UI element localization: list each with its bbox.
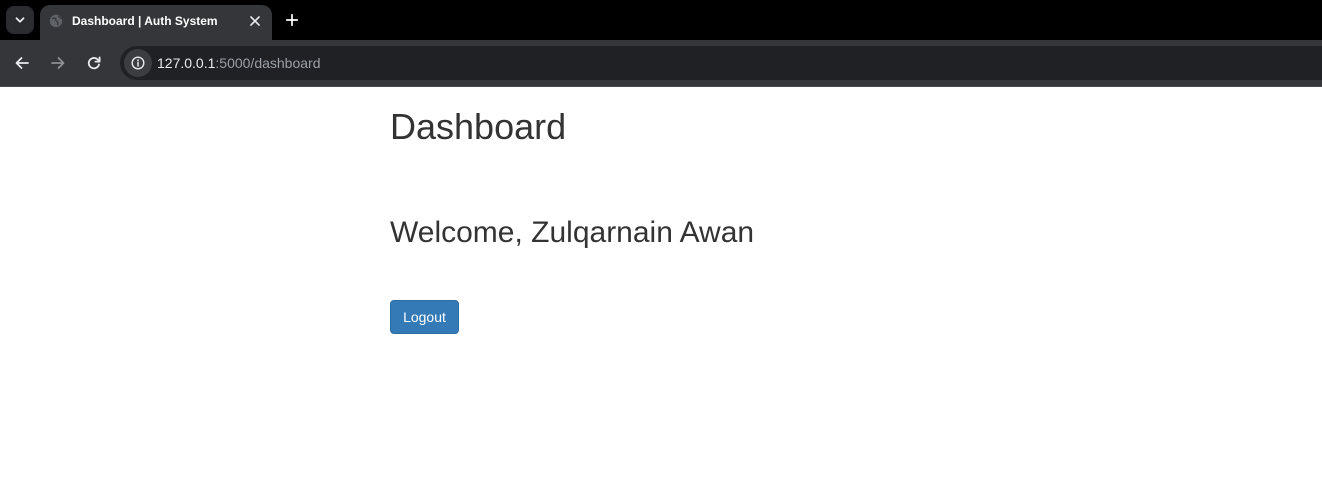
tab-title: Dashboard | Auth System	[72, 14, 218, 28]
back-button[interactable]	[10, 51, 34, 75]
forward-button[interactable]	[46, 51, 70, 75]
browser-tabstrip: Dashboard | Auth System	[0, 0, 1322, 40]
logout-button[interactable]: Logout	[390, 300, 459, 334]
browser-tab-active[interactable]: Dashboard | Auth System	[40, 5, 272, 40]
globe-icon	[49, 14, 63, 28]
page-title: Dashboard	[390, 106, 567, 147]
browser-toolbar: 127.0.0.1:5000/dashboard	[0, 40, 1322, 87]
info-icon	[131, 56, 145, 70]
tab-search-button[interactable]	[6, 6, 34, 34]
chevron-down-icon	[15, 17, 25, 23]
arrow-left-icon	[15, 57, 29, 69]
url-host: 127.0.0.1	[157, 55, 216, 71]
welcome-message: Welcome, Zulqarnain Awan	[390, 216, 755, 249]
arrow-right-icon	[51, 57, 65, 69]
close-icon	[250, 16, 260, 26]
site-info-button[interactable]	[124, 49, 152, 77]
url-text: 127.0.0.1:5000/dashboard	[157, 55, 320, 71]
reload-icon	[87, 56, 101, 70]
address-bar[interactable]: 127.0.0.1:5000/dashboard	[120, 46, 1322, 80]
reload-button[interactable]	[82, 51, 106, 75]
url-path: :5000/dashboard	[215, 55, 321, 71]
plus-icon	[286, 14, 298, 26]
tab-close-button[interactable]	[246, 12, 264, 30]
page-content: Dashboard Welcome, Zulqarnain Awan Logou…	[0, 87, 1322, 481]
new-tab-button[interactable]	[280, 8, 304, 32]
